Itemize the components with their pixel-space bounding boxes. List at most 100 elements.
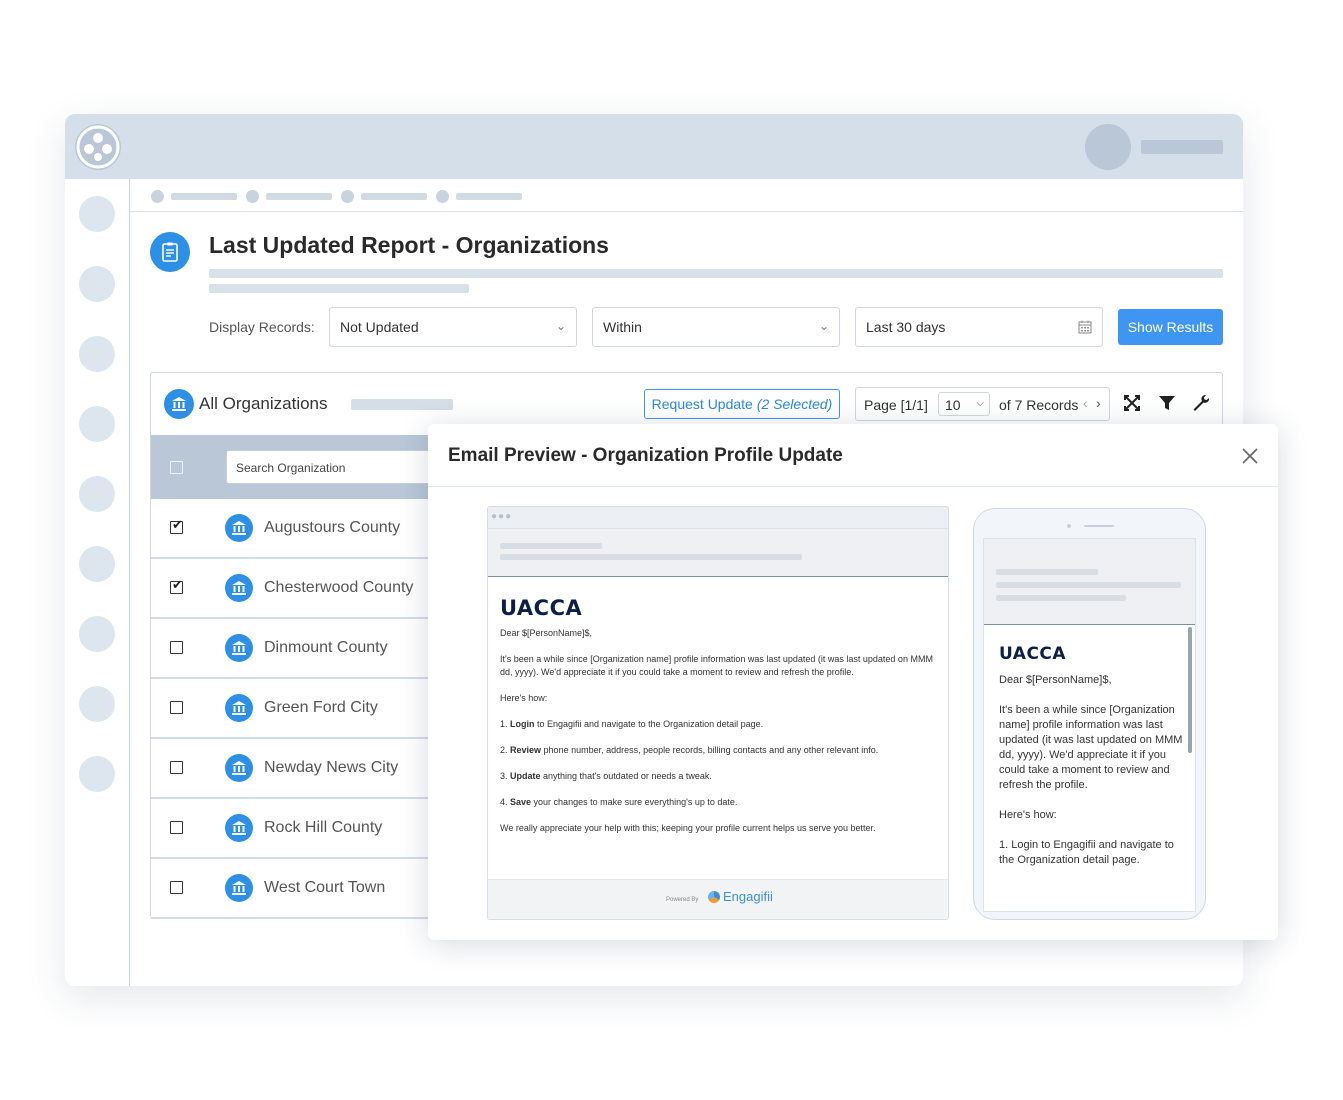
description-placeholder bbox=[209, 284, 469, 293]
organization-name[interactable]: Chesterwood County bbox=[264, 579, 413, 597]
row-checkbox[interactable] bbox=[170, 761, 183, 774]
email-footer: Powered By Engagifii bbox=[488, 879, 948, 919]
filter-icon[interactable] bbox=[1158, 394, 1176, 412]
browser-chrome: ●●● bbox=[488, 507, 948, 529]
sidebar-item[interactable] bbox=[79, 476, 115, 512]
email-greeting: Dear $[PersonName]$, bbox=[999, 674, 1112, 686]
range-select-value: Within bbox=[603, 319, 642, 335]
email-step: 4. Save your changes to make sure everyt… bbox=[500, 797, 738, 807]
request-update-button[interactable]: Request Update (2 Selected) bbox=[644, 389, 840, 419]
email-step: 1. Login to Engagifii and navigate to th… bbox=[500, 719, 764, 729]
row-checkbox[interactable] bbox=[170, 701, 183, 714]
sidebar-item[interactable] bbox=[79, 756, 115, 792]
organization-name[interactable]: Augustours County bbox=[264, 519, 400, 537]
email-howto: Here's how: bbox=[500, 693, 548, 703]
row-checkbox[interactable] bbox=[170, 641, 183, 654]
chevron-down-icon: ⌄ bbox=[555, 319, 566, 333]
step-keyword: Login bbox=[510, 719, 535, 729]
engagifii-logo-icon bbox=[708, 890, 720, 903]
modal-title: Email Preview - Organization Profile Upd… bbox=[448, 445, 843, 466]
selected-count: (2 Selected) bbox=[756, 396, 833, 412]
email-header bbox=[984, 539, 1195, 625]
sidebar-item[interactable] bbox=[79, 616, 115, 652]
chevron-down-icon: ⌄ bbox=[818, 319, 829, 333]
date-range-value: Last 30 days bbox=[866, 319, 946, 335]
next-page-icon[interactable]: › bbox=[1096, 395, 1101, 411]
phone-speaker bbox=[1084, 525, 1114, 527]
organization-name[interactable]: Green Ford City bbox=[264, 699, 378, 717]
brand-logo: UACCA bbox=[500, 596, 583, 620]
window-dots-icon: ●●● bbox=[491, 511, 513, 522]
calendar-icon[interactable] bbox=[1078, 320, 1092, 334]
sidebar bbox=[65, 179, 130, 986]
organization-name[interactable]: Newday News City bbox=[264, 759, 398, 777]
search-input[interactable]: Search Organization bbox=[226, 450, 446, 484]
mobile-email-preview: UACCA Dear $[PersonName]$, It's been a w… bbox=[973, 508, 1206, 920]
email-howto: Here's how: bbox=[999, 809, 1057, 821]
report-icon bbox=[150, 232, 190, 272]
page-title: Last Updated Report - Organizations bbox=[209, 232, 609, 258]
row-checkbox[interactable]: ✔ bbox=[170, 578, 183, 594]
status-select-value: Not Updated bbox=[340, 319, 419, 335]
step-text: your changes to make sure everything's u… bbox=[531, 797, 738, 807]
email-step: 1. Login to Engagifii and navigate to th… bbox=[999, 839, 1174, 866]
email-step: 2. Review phone number, address, people … bbox=[500, 745, 879, 755]
step-text: anything that's outdated or needs a twea… bbox=[540, 771, 712, 781]
step-keyword: Update bbox=[510, 771, 541, 781]
show-results-button[interactable]: Show Results bbox=[1118, 309, 1223, 345]
email-intro: It's been a while since [Organization na… bbox=[500, 654, 933, 677]
close-icon[interactable] bbox=[1240, 446, 1260, 466]
organization-name[interactable]: Dinmount County bbox=[264, 639, 388, 657]
page-size-value: 10 bbox=[945, 397, 961, 413]
top-bar bbox=[65, 114, 1243, 179]
page-size-select[interactable]: 10 ⌵ bbox=[938, 392, 990, 416]
organization-icon bbox=[225, 514, 253, 542]
sidebar-item[interactable] bbox=[79, 546, 115, 582]
sidebar-item[interactable] bbox=[79, 266, 115, 302]
divider bbox=[428, 486, 1278, 487]
divider bbox=[130, 211, 1243, 212]
scrollbar[interactable] bbox=[1188, 627, 1192, 753]
organization-name[interactable]: Rock Hill County bbox=[264, 819, 382, 837]
app-logo-icon[interactable] bbox=[75, 124, 121, 170]
prev-page-icon[interactable]: ‹ bbox=[1083, 395, 1088, 411]
organization-icon bbox=[225, 694, 253, 722]
expand-icon[interactable] bbox=[1123, 394, 1141, 412]
organization-icon bbox=[225, 754, 253, 782]
powered-by-label: Powered By bbox=[666, 897, 699, 903]
organization-icon bbox=[164, 389, 194, 419]
organization-icon bbox=[225, 814, 253, 842]
sidebar-item[interactable] bbox=[79, 686, 115, 722]
row-checkbox[interactable]: ✔ bbox=[170, 517, 183, 534]
status-select[interactable]: Not Updated ⌄ bbox=[329, 307, 577, 347]
email-closing: We really appreciate your help with this… bbox=[500, 823, 876, 833]
email-header bbox=[488, 529, 948, 577]
step-text: to Engagifii and navigate to the Organiz… bbox=[534, 719, 764, 729]
range-select[interactable]: Within ⌄ bbox=[592, 307, 840, 347]
wrench-icon[interactable] bbox=[1192, 394, 1210, 412]
organization-name[interactable]: West Court Town bbox=[264, 879, 385, 897]
select-all-checkbox[interactable] bbox=[170, 461, 183, 474]
email-step: 3. Update anything that's outdated or ne… bbox=[500, 771, 712, 781]
page-indicator: Page [1/1] bbox=[864, 397, 928, 413]
step-keyword: Save bbox=[510, 797, 532, 807]
row-checkbox[interactable] bbox=[170, 881, 183, 894]
engagifii-label: Engagifii bbox=[723, 889, 773, 904]
row-checkbox[interactable] bbox=[170, 821, 183, 834]
email-body: UACCA Dear $[PersonName]$, It's been a w… bbox=[999, 643, 1183, 883]
description-placeholder bbox=[209, 269, 1223, 278]
sidebar-item[interactable] bbox=[79, 336, 115, 372]
date-range-input[interactable]: Last 30 days bbox=[855, 307, 1103, 347]
pagination: Page [1/1] 10 ⌵ of 7 Records ‹ › bbox=[855, 387, 1110, 421]
phone-screen: UACCA Dear $[PersonName]$, It's been a w… bbox=[983, 538, 1196, 912]
chevron-down-icon: ⌵ bbox=[976, 398, 984, 409]
sidebar-item[interactable] bbox=[79, 196, 115, 232]
brand-logo: UACCA bbox=[999, 644, 1067, 664]
email-intro: It's been a while since [Organization na… bbox=[999, 704, 1183, 791]
email-greeting: Dear $[PersonName]$, bbox=[500, 628, 593, 638]
sidebar-item[interactable] bbox=[79, 406, 115, 442]
user-avatar[interactable] bbox=[1085, 124, 1131, 170]
step-text: phone number, address, people records, b… bbox=[541, 745, 879, 755]
display-records-label: Display Records: bbox=[209, 319, 315, 335]
checkmark-icon: ✔ bbox=[172, 517, 183, 532]
